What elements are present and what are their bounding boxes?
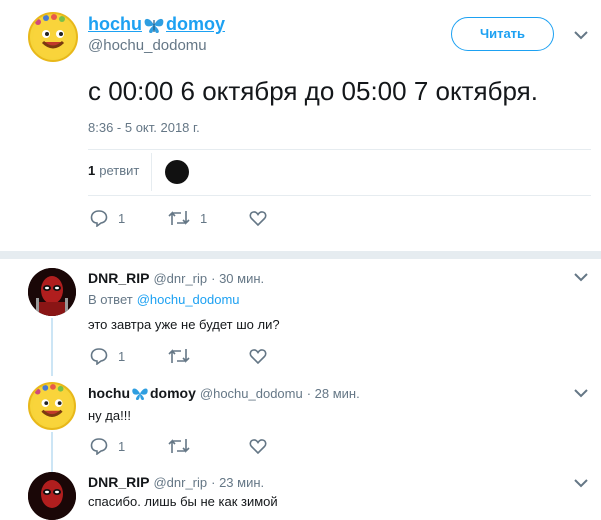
reply-to-handle[interactable]: @hochu_dodomu	[137, 292, 240, 307]
retweet-action[interactable]	[168, 347, 190, 365]
reply-time[interactable]: · 30 мин.	[211, 271, 264, 286]
smiley-avatar-icon	[32, 384, 72, 427]
reply-author-name[interactable]: DNR_RIP	[88, 270, 149, 286]
retweet-stats-count: 1	[88, 163, 96, 178]
smiley-avatar-icon	[33, 14, 73, 58]
reply-icon	[90, 210, 108, 227]
retweet-action[interactable]	[168, 437, 190, 455]
reply-time[interactable]: · 23 мин.	[211, 475, 264, 490]
reply-author-handle[interactable]: @dnr_rip	[153, 271, 207, 286]
like-action[interactable]	[249, 347, 267, 365]
reply-header: DNR_RIP @dnr_rip · 23 мин.	[88, 474, 264, 490]
reply-text: спасибо. лишь бы не как зимой	[88, 494, 278, 509]
tweet-timestamp[interactable]: 8:36 - 5 окт. 2018 г.	[88, 120, 200, 135]
butterfly-icon	[144, 18, 164, 33]
retweet-count: 1	[200, 210, 208, 226]
reply-header: hochu domoy @hochu_dodomu · 28 мин.	[88, 385, 360, 401]
thread-line	[51, 432, 53, 472]
reply-action[interactable]: 1	[90, 347, 125, 365]
author-name-second: domoy	[166, 14, 226, 34]
reply-icon	[90, 348, 108, 365]
reply-count: 1	[118, 438, 126, 454]
butterfly-icon	[132, 387, 148, 400]
reply-action[interactable]: 1	[90, 209, 125, 227]
divider	[88, 195, 591, 196]
like-icon	[249, 349, 267, 365]
author-avatar[interactable]	[28, 12, 78, 62]
reply-header: DNR_RIP @dnr_rip · 30 мин.	[88, 270, 264, 286]
chevron-down-icon[interactable]	[573, 30, 589, 40]
retweet-action[interactable]: 1	[168, 209, 207, 227]
thread-line	[51, 318, 53, 376]
deadpool-avatar-icon	[28, 268, 76, 316]
retweet-icon	[168, 211, 190, 225]
deadpool-avatar-icon	[28, 472, 76, 520]
author-name[interactable]: hochu domoy	[88, 14, 225, 35]
retweeter-avatar[interactable]	[165, 160, 189, 184]
retweet-stats-label: ретвит	[99, 163, 140, 178]
reply-author-name-first[interactable]: hochu	[88, 385, 130, 401]
reply-action[interactable]: 1	[90, 437, 125, 455]
reply-count: 1	[118, 210, 126, 226]
chevron-down-icon[interactable]	[573, 272, 589, 282]
follow-button[interactable]: Читать	[451, 17, 554, 51]
author-name-first: hochu	[88, 14, 142, 34]
retweet-stats[interactable]: 1 ретвит	[88, 163, 139, 178]
reply-time[interactable]: · 28 мин.	[307, 386, 360, 401]
divider	[88, 149, 591, 150]
section-divider	[0, 251, 601, 259]
reply-author-name-second[interactable]: domoy	[150, 385, 196, 401]
chevron-down-icon[interactable]	[573, 388, 589, 398]
like-icon	[249, 211, 267, 227]
like-action[interactable]	[249, 209, 267, 227]
tweet-text: с 00:00 6 октября до 05:00 7 октября.	[88, 76, 538, 106]
reply-author-avatar[interactable]	[28, 382, 76, 430]
reply-to-label: В ответ	[88, 292, 133, 307]
retweet-icon	[168, 349, 190, 363]
reply-count: 1	[118, 348, 126, 364]
reply-to: В ответ @hochu_dodomu	[88, 292, 240, 307]
reply-author-name[interactable]: DNR_RIP	[88, 474, 149, 490]
like-action[interactable]	[249, 437, 267, 455]
reply-author-handle[interactable]: @hochu_dodomu	[200, 386, 303, 401]
reply-icon	[90, 438, 108, 455]
stats-separator	[151, 153, 152, 191]
author-handle[interactable]: @hochu_dodomu	[88, 37, 207, 54]
reply-text: ну да!!!	[88, 408, 131, 423]
retweet-icon	[168, 439, 190, 453]
reply-author-handle[interactable]: @dnr_rip	[153, 475, 207, 490]
reply-author-avatar[interactable]	[28, 268, 76, 316]
reply-author-avatar[interactable]	[28, 472, 76, 520]
chevron-down-icon[interactable]	[573, 478, 589, 488]
reply-text: это завтра уже не будет шо ли?	[88, 317, 280, 332]
like-icon	[249, 439, 267, 455]
